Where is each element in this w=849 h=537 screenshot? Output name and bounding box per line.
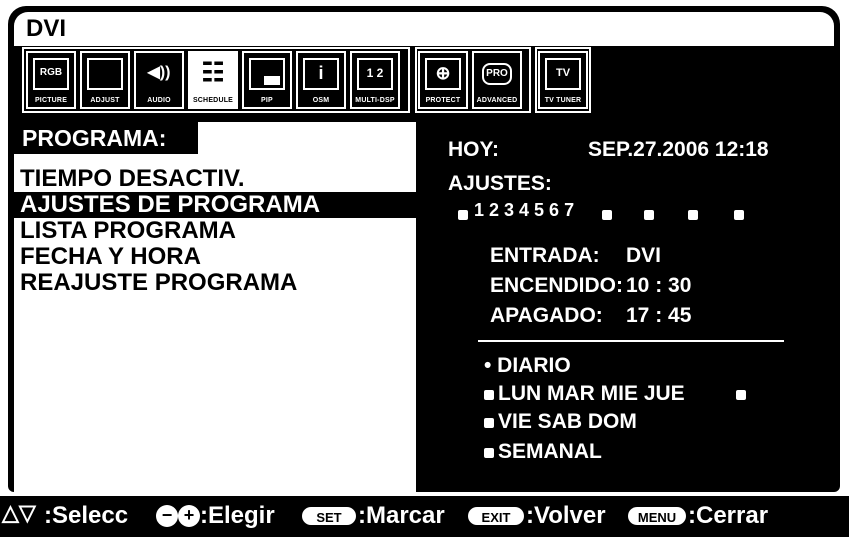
advanced-label: ADVANCED xyxy=(476,97,518,104)
up-down-arrows-icon: △▽ xyxy=(2,500,36,525)
set-key-icon: SET xyxy=(300,505,358,527)
input-value[interactable]: DVI xyxy=(626,244,661,268)
today-datetime: SEP.27.2006 12:18 xyxy=(588,138,769,161)
info-icon: i xyxy=(303,58,339,90)
on-time-label: ENCENDIDO: xyxy=(490,274,624,297)
today-label: HOY: xyxy=(448,138,499,161)
pip-window-icon xyxy=(249,58,285,90)
audio-label: AUDIO xyxy=(147,97,171,104)
adjust-label: ADJUST xyxy=(90,97,120,104)
weekday-row-1[interactable]: LUN MAR MIE JUE xyxy=(498,382,685,406)
adjust-icon[interactable]: ADJUST xyxy=(80,51,130,109)
day-bullet[interactable] xyxy=(484,390,494,400)
off-time-label: APAGADO: xyxy=(490,304,603,327)
pip-icon[interactable]: PIP xyxy=(242,51,292,109)
back-hint: :Volver xyxy=(526,502,606,529)
pip-label: PIP xyxy=(261,97,273,104)
day-bullet[interactable] xyxy=(736,390,746,400)
choose-hint: :Elegir xyxy=(200,502,275,529)
multi-display-icon: 1 2 xyxy=(357,58,393,90)
schedule-label: SCHEDULE xyxy=(192,97,234,104)
weekly-bullet[interactable] xyxy=(484,448,494,458)
pro-icon: PRO xyxy=(482,63,512,85)
minus-icon: − xyxy=(156,505,178,527)
schedule-details-panel: HOY: SEP.27.2006 12:18 AJUSTES: 1 2 3 4 … xyxy=(418,122,834,492)
menu-item-off-timer[interactable]: TIEMPO DESACTIV. xyxy=(14,166,416,192)
schedule-clock-icon: ☷ xyxy=(201,57,225,87)
tv-antenna-icon: TV xyxy=(545,58,581,90)
picture-icon[interactable]: RGB PICTURE xyxy=(26,51,76,109)
multi-dsp-icon[interactable]: 1 2 MULTI-DSP xyxy=(350,51,400,109)
speaker-icon: ◀)) xyxy=(147,64,171,81)
menu-key-icon: MENU xyxy=(626,505,688,527)
menu-item-date-time[interactable]: FECHA Y HORA xyxy=(14,244,416,270)
osm-label: OSM xyxy=(312,97,330,104)
mark-hint: :Marcar xyxy=(358,502,445,529)
close-hint: :Cerrar xyxy=(688,502,769,529)
shield-plus-icon: ⊕ xyxy=(425,58,461,90)
multi-dsp-label: MULTI-DSP xyxy=(355,97,395,104)
input-source-title: DVI xyxy=(26,15,67,42)
tv-tuner-label: TV TUNER xyxy=(544,97,582,104)
menu-item-schedule-reset[interactable]: REAJUSTE PROGRAMA xyxy=(14,270,416,296)
slot-bullet[interactable] xyxy=(688,210,698,220)
weekly-option[interactable]: SEMANAL xyxy=(498,440,602,464)
picture-label: PICTURE xyxy=(34,97,68,104)
slot-bullet[interactable] xyxy=(458,210,468,220)
divider xyxy=(478,340,784,342)
weekday-row-2[interactable]: VIE SAB DOM xyxy=(498,410,637,434)
menu-item-schedule-settings[interactable]: AJUSTES DE PROGRAMA xyxy=(14,192,416,218)
plus-icon: + xyxy=(178,505,200,527)
osd-menu: DVI RGB PICTURE ADJUST ◀)) AUDIO ☷ SCHED… xyxy=(8,6,840,492)
exit-key-icon: EXIT xyxy=(466,505,526,527)
settings-label: AJUSTES: xyxy=(448,172,552,195)
schedule-menu-panel: PROGRAMA: TIEMPO DESACTIV. AJUSTES DE PR… xyxy=(14,122,416,492)
rgb-icon: RGB xyxy=(33,58,69,90)
tv-tuner-icon[interactable]: TV TV TUNER xyxy=(538,51,588,109)
slot-bullet[interactable] xyxy=(734,210,744,220)
on-time-value[interactable]: 10 : 30 xyxy=(626,274,691,298)
menu-title: PROGRAMA: xyxy=(14,122,198,154)
audio-icon[interactable]: ◀)) AUDIO xyxy=(134,51,184,109)
slot-bullet[interactable] xyxy=(602,210,612,220)
schedule-icon[interactable]: ☷ SCHEDULE xyxy=(188,51,238,109)
advanced-icon[interactable]: PRO ADVANCED xyxy=(472,51,522,109)
adjust-frame-icon xyxy=(87,58,123,90)
osm-icon[interactable]: i OSM xyxy=(296,51,346,109)
slot-bullet[interactable] xyxy=(644,210,654,220)
menu-item-schedule-list[interactable]: LISTA PROGRAMA xyxy=(14,218,416,244)
protect-label: PROTECT xyxy=(425,97,461,104)
select-hint: :Selecc xyxy=(44,502,129,529)
input-title-bar: DVI xyxy=(14,12,834,46)
daily-option[interactable]: • DIARIO xyxy=(484,354,571,378)
help-bar: △▽ :Selecc − + :Elegir SET :Marcar EXIT … xyxy=(0,496,849,537)
day-bullet[interactable] xyxy=(484,418,494,428)
input-label: ENTRADA: xyxy=(490,244,600,267)
schedule-slots[interactable]: 1 2 3 4 5 6 7 xyxy=(474,200,574,221)
protect-icon[interactable]: ⊕ PROTECT xyxy=(418,51,468,109)
off-time-value[interactable]: 17 : 45 xyxy=(626,304,691,328)
